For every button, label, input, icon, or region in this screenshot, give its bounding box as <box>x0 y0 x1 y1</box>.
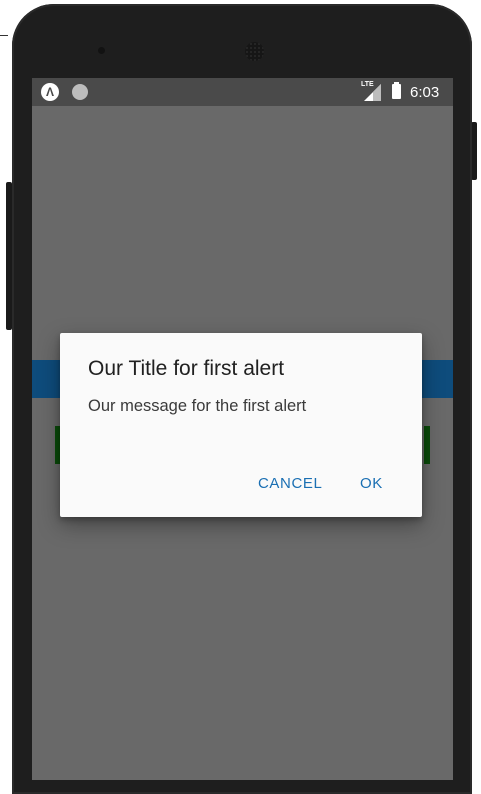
front-camera-icon <box>98 47 105 54</box>
ok-button[interactable]: OK <box>360 475 383 492</box>
app-notification-icon: Λ <box>41 83 59 101</box>
earpiece-speaker-icon <box>245 42 264 61</box>
circle-notification-icon <box>72 84 88 100</box>
screen: Λ LTE 6:03 Our Title for first alert Our… <box>32 78 453 780</box>
dialog-message: Our message for the first alert <box>88 397 307 415</box>
battery-icon <box>392 82 401 99</box>
cancel-button[interactable]: CANCEL <box>258 475 322 492</box>
alert-dialog: Our Title for first alert Our message fo… <box>60 333 422 517</box>
dialog-title: Our Title for first alert <box>88 357 285 380</box>
lte-signal-icon <box>364 84 381 101</box>
status-bar: Λ LTE 6:03 <box>32 78 453 106</box>
app-button-dimmed-right-edge <box>424 426 430 464</box>
corner-mark <box>0 35 8 36</box>
status-time: 6:03 <box>410 84 440 101</box>
